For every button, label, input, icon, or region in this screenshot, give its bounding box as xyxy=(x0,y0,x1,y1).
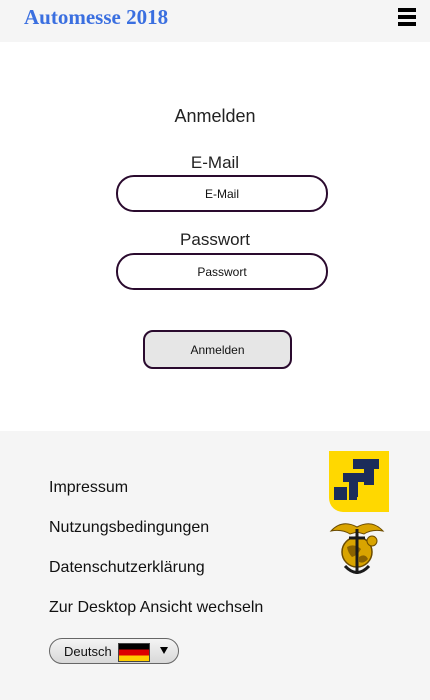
eagle-globe-anchor-emblem xyxy=(328,519,386,577)
top-header: Automesse 2018 xyxy=(0,0,430,42)
email-label: E-Mail xyxy=(190,153,240,172)
language-select[interactable]: Deutsch xyxy=(49,638,179,664)
login-title: Anmelden xyxy=(174,106,256,126)
footer: Impressum Nutzungsbedingungen Datenschut… xyxy=(0,431,430,700)
yellow-block-logo xyxy=(329,451,389,512)
login-button[interactable]: Anmelden xyxy=(143,330,292,369)
german-flag-icon xyxy=(118,643,150,662)
footer-link-privacy[interactable]: Datenschutzerklärung xyxy=(49,559,205,577)
brand-title[interactable]: Automesse 2018 xyxy=(24,5,168,30)
password-field[interactable] xyxy=(116,253,328,290)
hamburger-menu-icon[interactable] xyxy=(398,8,416,28)
caret-down-icon xyxy=(160,647,168,654)
footer-link-desktop-view[interactable]: Zur Desktop Ansicht wechseln xyxy=(49,599,263,617)
password-label: Passwort xyxy=(180,230,250,249)
footer-link-terms[interactable]: Nutzungsbedingungen xyxy=(49,519,209,537)
login-panel: Anmelden E-Mail Passwort Anmelden xyxy=(0,42,430,431)
email-field[interactable] xyxy=(116,175,328,212)
language-label: Deutsch xyxy=(64,644,112,659)
footer-link-impressum[interactable]: Impressum xyxy=(49,479,128,497)
